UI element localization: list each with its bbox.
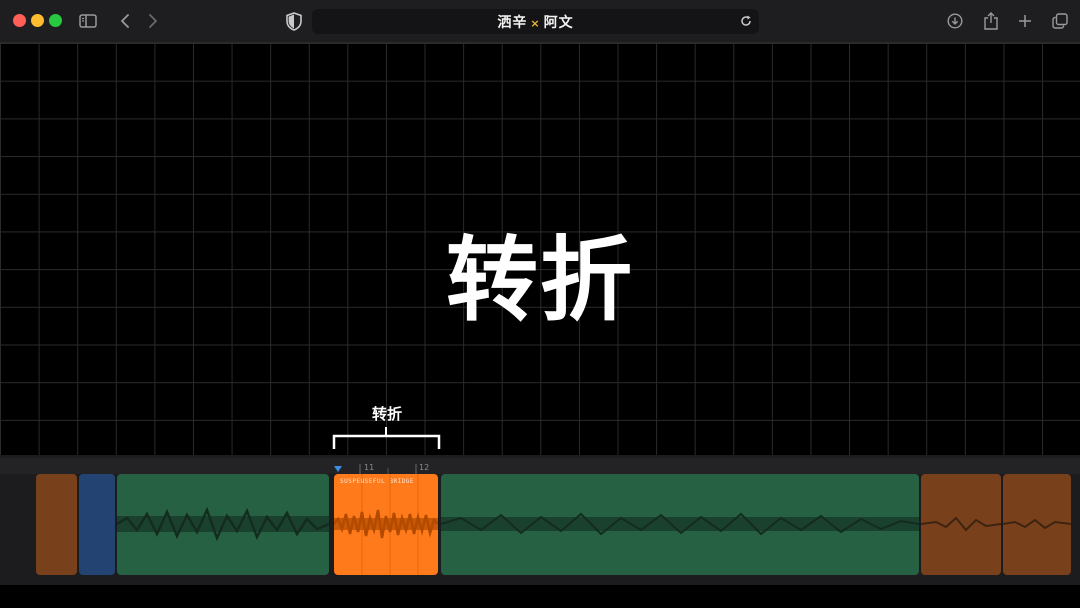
audio-region[interactable] [441, 474, 919, 575]
bottom-canvas-strip [0, 585, 1080, 608]
page-title: 洒辛 × 阿文 [312, 12, 759, 32]
download-icon[interactable] [946, 12, 964, 30]
address-bar[interactable]: 洒辛 × 阿文 [312, 9, 759, 34]
ruler-ticks [359, 464, 417, 474]
timeline-ruler [0, 458, 1080, 474]
chevron-left-icon[interactable] [117, 12, 133, 30]
title-separator: × [530, 17, 541, 30]
title-left: 洒辛 [497, 15, 528, 31]
audio-region[interactable] [921, 474, 1001, 575]
bracket-label: 转折 [371, 405, 402, 423]
audio-region[interactable] [1003, 474, 1071, 575]
share-icon[interactable] [982, 11, 1000, 31]
waveform [334, 474, 438, 575]
audio-region[interactable] [36, 474, 77, 575]
highlighted-audio-region[interactable]: SUSPENSEFUL BRIDGE [334, 474, 438, 575]
audio-region[interactable] [79, 474, 115, 575]
main-title: 转折 [445, 227, 634, 334]
audio-region[interactable] [117, 474, 329, 575]
close-window-button[interactable] [13, 14, 26, 27]
title-right: 阿文 [543, 15, 574, 31]
browser-toolbar: 洒辛 × 阿文 [0, 0, 1080, 43]
chevron-right-icon[interactable] [145, 12, 161, 30]
plus-icon[interactable] [1016, 12, 1034, 30]
playhead-marker[interactable] [334, 466, 342, 472]
zoom-window-button[interactable] [49, 14, 62, 27]
reload-icon[interactable] [739, 14, 753, 28]
shield-icon[interactable] [284, 11, 304, 31]
bracket-marker [332, 427, 441, 449]
minimize-window-button[interactable] [31, 14, 44, 27]
sidebar-icon[interactable] [78, 12, 98, 30]
tabs-overview-icon[interactable] [1051, 12, 1069, 30]
